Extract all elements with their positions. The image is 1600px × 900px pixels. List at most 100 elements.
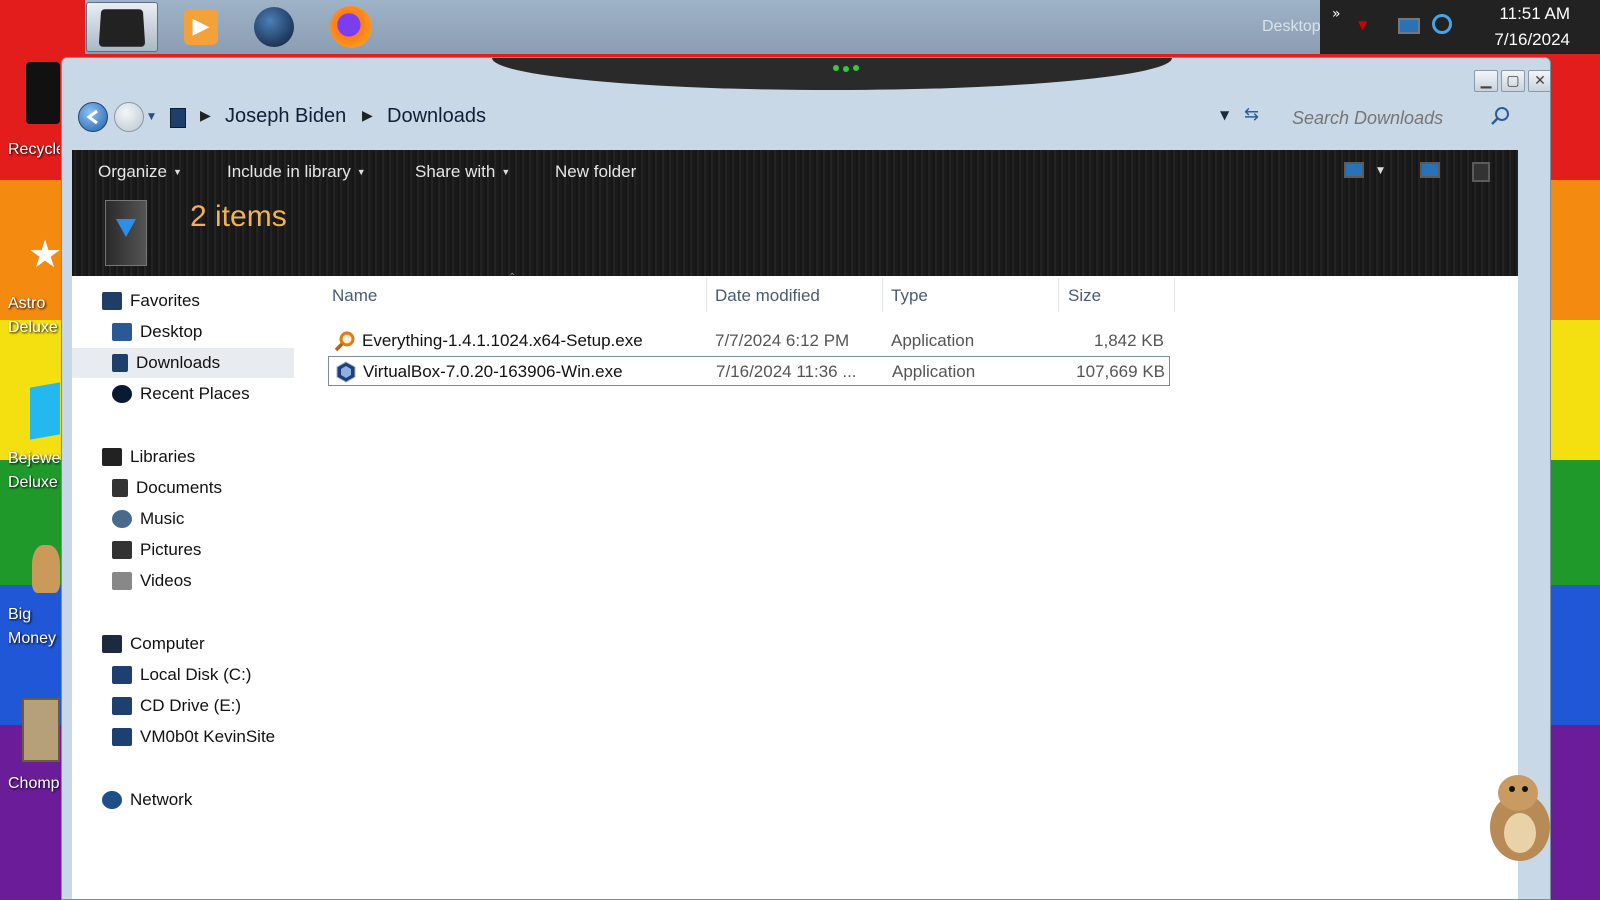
nav-label: Pictures: [140, 540, 202, 559]
minimize-button[interactable]: ▁: [1474, 70, 1498, 92]
nav-recent-places[interactable]: Recent Places: [72, 379, 304, 409]
nav-cd-drive[interactable]: CD Drive (E:): [72, 691, 304, 721]
organize-button[interactable]: Organize ▼: [98, 156, 182, 188]
explorer-window: ▁ ▢ ✕ ▼ ▶ Joseph Biden ▶ Downloads ▼ ⇆ O…: [61, 57, 1551, 900]
column-header-size[interactable]: Size: [1068, 286, 1101, 306]
taskbar-media-player-button[interactable]: ▶: [165, 2, 237, 52]
taskbar-globe-button[interactable]: [238, 2, 310, 52]
close-button[interactable]: ✕: [1528, 70, 1550, 92]
chevron-down-icon: ▼: [172, 167, 182, 177]
nav-label: Documents: [136, 478, 222, 497]
address-bar: ▼ ▶ Joseph Biden ▶ Downloads ▼ ⇆: [72, 96, 1522, 140]
search-icon[interactable]: [1490, 106, 1510, 126]
file-name: Everything-1.4.1.1024.x64-Setup.exe: [362, 331, 643, 350]
back-button[interactable]: [78, 102, 108, 132]
title-arc-decoration: [492, 58, 1172, 90]
breadcrumb-separator-icon[interactable]: ▶: [362, 108, 373, 124]
favorites-icon: [102, 292, 122, 310]
network-tray-icon[interactable]: [1398, 18, 1420, 34]
nav-computer[interactable]: Computer: [72, 629, 304, 659]
column-divider[interactable]: [706, 278, 707, 312]
chomp-icon: [22, 698, 60, 762]
videos-icon: [112, 572, 132, 590]
include-in-library-button[interactable]: Include in library ▼: [227, 156, 366, 188]
nav-label: Favorites: [130, 291, 200, 310]
history-dropdown-icon[interactable]: ▼: [148, 112, 155, 122]
view-options-dropdown-icon[interactable]: ▼: [1377, 166, 1384, 176]
volume-tray-icon[interactable]: [1432, 14, 1452, 34]
file-row[interactable]: Everything-1.4.1.1024.x64-Setup.exe 7/7/…: [328, 326, 1170, 356]
file-type: Application: [892, 362, 976, 381]
nav-local-disk[interactable]: Local Disk (C:): [72, 660, 304, 690]
desktop-icon-label: Recycle Bin: [8, 141, 60, 158]
help-icon[interactable]: [1472, 162, 1490, 182]
network-drive-icon: [112, 728, 132, 746]
title-dots-icon: [833, 65, 859, 72]
column-header-name[interactable]: Name: [332, 286, 377, 306]
nav-network-drive[interactable]: VM0b0t KevinSite: [72, 722, 304, 752]
column-header-date[interactable]: Date modified: [715, 286, 820, 306]
downloads-large-icon: [105, 200, 147, 266]
chevron-down-icon: ▼: [501, 167, 511, 177]
column-divider[interactable]: [1058, 278, 1059, 312]
nav-network[interactable]: Network: [72, 785, 304, 815]
media-player-icon: ▶: [184, 9, 218, 45]
nav-pictures[interactable]: Pictures: [72, 535, 304, 565]
nav-favorites[interactable]: Favorites: [72, 286, 304, 316]
file-name: VirtualBox-7.0.20-163906-Win.exe: [363, 362, 623, 381]
taskbar: ▶ » ▼ Desktop 11:51 AM 7/16/2024: [85, 0, 1600, 54]
search-input[interactable]: [1292, 103, 1522, 133]
share-with-label: Share with: [415, 162, 496, 181]
forward-button[interactable]: [114, 102, 144, 132]
breadcrumb-downloads[interactable]: Downloads: [387, 105, 486, 128]
cd-drive-icon: [112, 697, 132, 715]
tray-dropdown-icon[interactable]: ▼: [1358, 18, 1367, 32]
documents-icon: [112, 479, 128, 497]
nav-libraries[interactable]: Libraries: [72, 442, 304, 472]
file-row[interactable]: VirtualBox-7.0.20-163906-Win.exe 7/16/20…: [328, 356, 1170, 386]
file-date: 7/7/2024 6:12 PM: [715, 331, 850, 350]
column-divider[interactable]: [882, 278, 883, 312]
navigation-pane: Favorites Desktop Downloads Recent Place…: [72, 276, 304, 899]
nav-label: VM0b0t KevinSite: [140, 727, 276, 746]
recent-places-icon: [112, 385, 132, 403]
breadcrumb-user[interactable]: Joseph Biden: [225, 105, 346, 128]
share-with-button[interactable]: Share with ▼: [415, 156, 510, 188]
refresh-icon[interactable]: ⇆: [1244, 104, 1259, 125]
nav-label: Recent Places: [140, 384, 250, 403]
desktop-icon-label: Astro Deluxe: [8, 295, 58, 336]
column-divider[interactable]: [1174, 278, 1175, 312]
breadcrumb-separator-icon[interactable]: ▶: [200, 108, 211, 124]
file-list: ⌃ Name Date modified Type Size Everythin…: [328, 272, 1518, 899]
nav-desktop[interactable]: Desktop: [72, 317, 304, 347]
clock-date[interactable]: 7/16/2024: [1494, 30, 1570, 50]
column-header-type[interactable]: Type: [891, 286, 928, 306]
nav-music[interactable]: Music: [72, 504, 304, 534]
firefox-icon: [330, 6, 372, 48]
magnifier-icon: [334, 331, 355, 352]
pictures-icon: [112, 541, 132, 559]
tray-desktop-label[interactable]: Desktop: [1262, 18, 1357, 36]
address-dropdown-icon[interactable]: ▼: [1220, 108, 1229, 122]
gopher-mascot-icon[interactable]: [1470, 765, 1560, 865]
sort-arrow-icon: ⌃: [508, 272, 517, 283]
clock-time[interactable]: 11:51 AM: [1499, 4, 1570, 24]
new-folder-button[interactable]: New folder: [555, 156, 636, 188]
music-icon: [112, 510, 132, 528]
change-view-icon[interactable]: [1344, 162, 1364, 178]
downloads-icon: [112, 354, 128, 372]
nav-label: CD Drive (E:): [140, 696, 242, 715]
preview-pane-icon[interactable]: [1420, 162, 1440, 178]
nav-videos[interactable]: Videos: [72, 566, 304, 596]
nav-label: Downloads: [136, 353, 221, 372]
nav-downloads[interactable]: Downloads: [72, 348, 294, 378]
terminal-icon: [98, 9, 146, 47]
include-in-library-label: Include in library: [227, 162, 351, 181]
file-size: 107,669 KB: [1076, 362, 1165, 381]
file-type: Application: [891, 331, 975, 350]
nav-label: Computer: [130, 634, 205, 653]
nav-documents[interactable]: Documents: [72, 473, 304, 503]
taskbar-firefox-button[interactable]: [315, 2, 387, 52]
maximize-button[interactable]: ▢: [1501, 70, 1525, 92]
taskbar-terminal-button[interactable]: [86, 2, 158, 52]
